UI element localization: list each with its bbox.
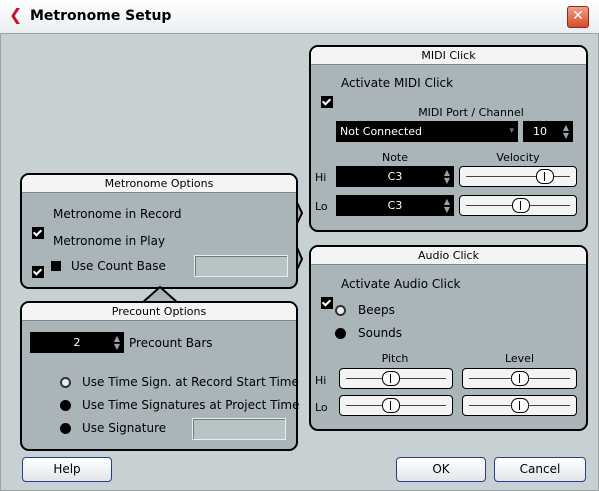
audio-hi-label: Hi <box>315 374 327 387</box>
activate-audio-click-label: Activate Audio Click <box>341 277 461 291</box>
spin-arrows-icon[interactable]: ▲ ▼ <box>113 335 121 351</box>
precount-options-header: Precount Options <box>22 303 296 321</box>
count-base-field[interactable] <box>194 255 288 277</box>
spin-arrows-icon[interactable]: ▲ ▼ <box>443 198 451 214</box>
slider-knob[interactable] <box>512 198 530 213</box>
beeps-label: Beeps <box>358 303 395 317</box>
sounds-radio[interactable] <box>335 328 346 339</box>
audio-click-panel: Audio Click Activate Audio Click Beeps S… <box>309 245 588 431</box>
activate-audio-click-checkbox[interactable] <box>321 297 333 309</box>
midi-lo-label: Lo <box>315 200 328 213</box>
sounds-label: Sounds <box>358 326 403 340</box>
metronome-in-record-label: Metronome in Record <box>53 207 182 221</box>
use-count-base-checkbox[interactable] <box>51 261 61 271</box>
ok-button[interactable]: OK <box>396 457 486 482</box>
metronome-in-record-checkbox[interactable] <box>32 227 44 239</box>
midi-click-header: MIDI Click <box>311 47 586 65</box>
use-count-base-label: Use Count Base <box>71 259 166 273</box>
audio-lo-label: Lo <box>315 401 328 414</box>
use-signature-label: Use Signature <box>82 421 167 435</box>
close-icon[interactable]: ✕ <box>567 6 589 28</box>
lo-note-field[interactable]: C3 ▲ ▼ <box>336 195 454 216</box>
level-column-label: Level <box>504 352 535 365</box>
lo-velocity-slider[interactable] <box>459 195 577 216</box>
metronome-options-panel: Metronome Options Metronome in Record Me… <box>20 173 298 289</box>
spin-arrows-icon[interactable]: ▲ ▼ <box>443 169 451 185</box>
precount-options-panel: Precount Options 2 ▲ ▼ Precount Bars Use … <box>20 301 300 451</box>
metronome-in-play-label: Metronome in Play <box>53 234 166 248</box>
midi-channel-value: 10 <box>533 125 547 138</box>
slider-knob[interactable] <box>536 169 554 184</box>
metronome-in-play-checkbox[interactable] <box>32 266 44 278</box>
midi-port-channel-label: MIDI Port / Channel <box>418 106 524 119</box>
metronome-options-header: Metronome Options <box>22 175 296 193</box>
beeps-radio[interactable] <box>335 305 346 316</box>
hi-velocity-slider[interactable] <box>459 166 577 187</box>
spin-arrows-icon[interactable]: ▲ ▼ <box>562 124 570 140</box>
midi-channel-field[interactable]: 10 ▲ ▼ <box>523 121 573 142</box>
window-title: Metronome Setup <box>30 8 172 24</box>
title-bar: ❮ Metronome Setup ✕ <box>0 0 599 34</box>
signature-field[interactable] <box>192 418 286 440</box>
help-button[interactable]: Help <box>22 457 112 482</box>
time-sign-record-start-radio[interactable] <box>60 377 71 388</box>
velocity-column-label: Velocity <box>496 151 540 164</box>
activate-midi-click-label: Activate MIDI Click <box>341 76 454 90</box>
slider-knob[interactable] <box>382 371 400 386</box>
time-sign-record-start-label: Use Time Sign. at Record Start Time <box>82 375 299 389</box>
lo-pitch-slider[interactable] <box>339 395 453 416</box>
precount-bars-field[interactable]: 2 ▲ ▼ <box>30 332 124 353</box>
lo-level-slider[interactable] <box>462 395 577 416</box>
hi-pitch-slider[interactable] <box>339 368 453 389</box>
slider-knob[interactable] <box>511 398 529 413</box>
midi-port-value: Not Connected <box>340 125 423 138</box>
precount-bars-label: Precount Bars <box>129 336 213 350</box>
audio-click-header: Audio Click <box>311 247 586 265</box>
hi-level-slider[interactable] <box>462 368 577 389</box>
slider-knob[interactable] <box>511 371 529 386</box>
pitch-column-label: Pitch <box>381 352 409 365</box>
hi-note-value: C3 <box>387 170 403 183</box>
midi-port-select[interactable]: Not Connected ▾ <box>336 121 518 142</box>
activate-midi-click-checkbox[interactable] <box>321 96 333 108</box>
chevron-down-icon: ▾ <box>509 126 514 136</box>
hi-note-field[interactable]: C3 ▲ ▼ <box>336 166 454 187</box>
app-logo-icon: ❮ <box>9 5 23 24</box>
midi-click-panel: MIDI Click Activate MIDI Click MIDI Port… <box>309 45 588 232</box>
midi-hi-label: Hi <box>315 171 327 184</box>
cancel-button[interactable]: Cancel <box>494 457 586 482</box>
precount-bars-value: 2 <box>73 336 81 349</box>
slider-knob[interactable] <box>382 398 400 413</box>
use-signature-radio[interactable] <box>60 423 71 434</box>
time-sign-project-time-radio[interactable] <box>60 400 71 411</box>
note-column-label: Note <box>381 151 409 164</box>
time-sign-project-time-label: Use Time Signatures at Project Time <box>82 398 300 412</box>
lo-note-value: C3 <box>387 199 403 212</box>
